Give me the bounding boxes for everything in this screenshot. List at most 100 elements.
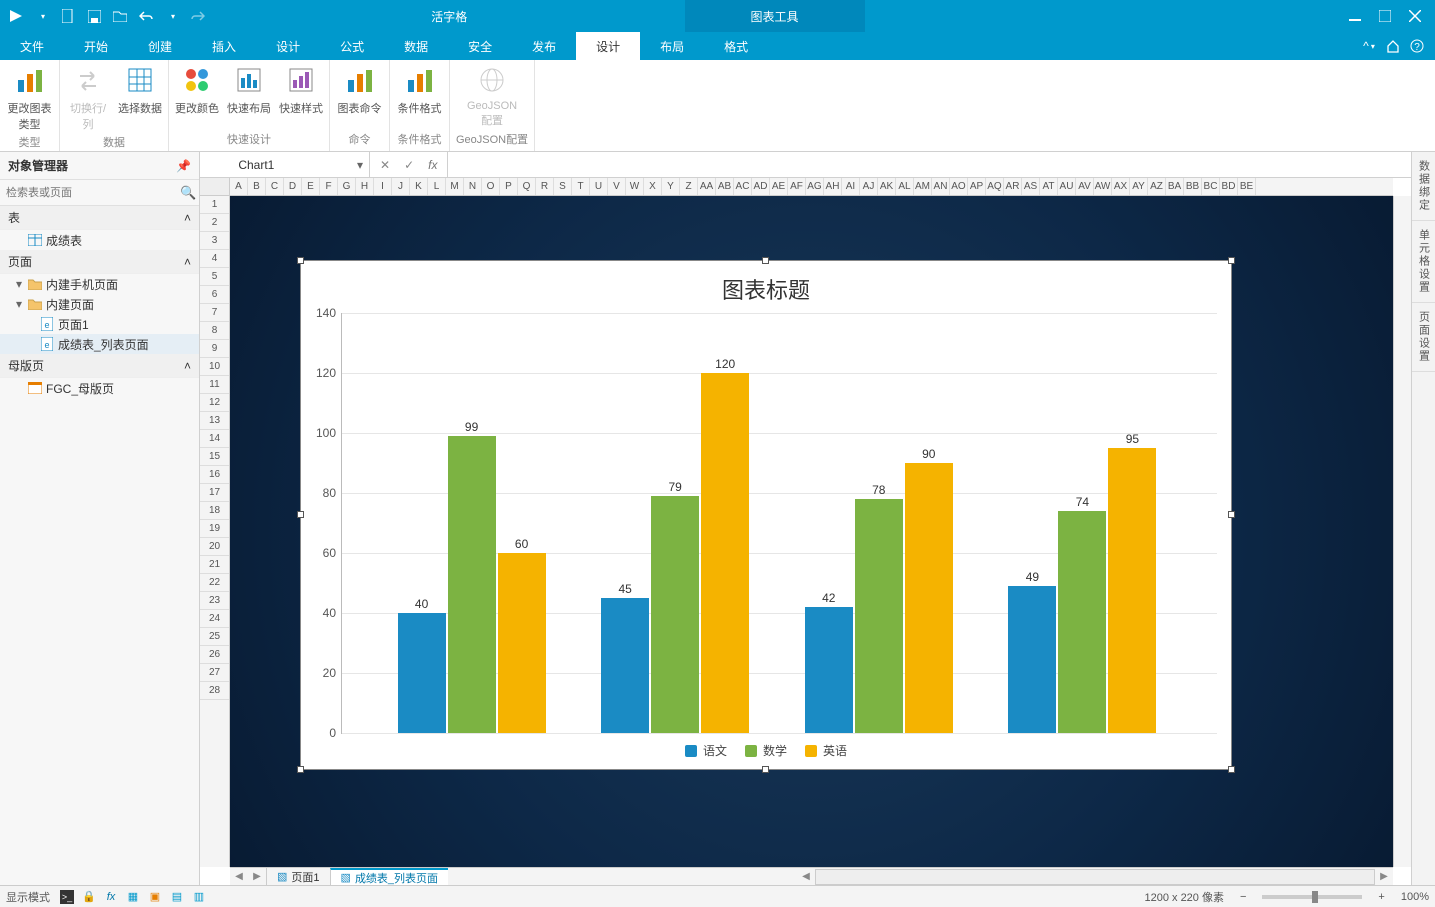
tree-node[interactable]: ▾内建手机页面	[0, 274, 199, 294]
chevron-down-icon[interactable]: ▾	[351, 158, 369, 172]
chart-legend-item[interactable]: 语文	[685, 742, 727, 759]
row-header[interactable]: 3	[200, 232, 229, 250]
hscroll-left-icon[interactable]: ◀	[797, 871, 815, 882]
column-header[interactable]: AO	[950, 178, 968, 195]
column-header[interactable]: AA	[698, 178, 716, 195]
fx-small-icon[interactable]: fx	[104, 890, 118, 904]
row-header[interactable]: 10	[200, 358, 229, 376]
column-header[interactable]: AL	[896, 178, 914, 195]
sheet-tab[interactable]: ▧成绩表_列表页面	[330, 868, 449, 885]
column-header[interactable]: AT	[1040, 178, 1058, 195]
tree-twisty-icon[interactable]: ▾	[14, 277, 24, 291]
column-header[interactable]: AP	[968, 178, 986, 195]
column-header[interactable]: BD	[1220, 178, 1238, 195]
resize-handle-e[interactable]	[1228, 511, 1235, 518]
tables-section-header[interactable]: 表 ˄	[0, 206, 199, 230]
chart-bar[interactable]: 49	[1008, 586, 1056, 733]
column-header[interactable]: AG	[806, 178, 824, 195]
row-header[interactable]: 25	[200, 628, 229, 646]
column-header[interactable]: R	[536, 178, 554, 195]
column-header[interactable]: H	[356, 178, 374, 195]
save-icon[interactable]	[86, 8, 102, 24]
column-header[interactable]: AX	[1112, 178, 1130, 195]
terminal-icon[interactable]: >_	[60, 890, 74, 904]
column-header[interactable]: AJ	[860, 178, 878, 195]
chart-bar[interactable]: 79	[651, 496, 699, 733]
row-header[interactable]: 4	[200, 250, 229, 268]
column-header[interactable]: X	[644, 178, 662, 195]
column-header[interactable]: AB	[716, 178, 734, 195]
chart-bar[interactable]: 40	[398, 613, 446, 733]
ribbon-tab[interactable]: 文件	[0, 32, 64, 60]
tree-node[interactable]: 成绩表	[0, 230, 199, 250]
column-header[interactable]: Z	[680, 178, 698, 195]
horizontal-scrollbar[interactable]	[815, 869, 1375, 885]
column-header[interactable]: A	[230, 178, 248, 195]
name-box[interactable]: Chart1 ▾	[200, 152, 370, 177]
row-header[interactable]: 15	[200, 448, 229, 466]
right-side-tab[interactable]: 页面设置	[1412, 303, 1435, 372]
column-header[interactable]: AK	[878, 178, 896, 195]
chart-bar[interactable]: 90	[905, 463, 953, 733]
row-header[interactable]: 22	[200, 574, 229, 592]
row-header[interactable]: 20	[200, 538, 229, 556]
tree-node[interactable]: ▾内建页面	[0, 294, 199, 314]
zoom-in-icon[interactable]: +	[1372, 891, 1390, 903]
lock-icon[interactable]: 🔒	[82, 890, 96, 904]
row-header[interactable]: 5	[200, 268, 229, 286]
formula-input[interactable]	[454, 158, 1405, 172]
column-header[interactable]: BB	[1184, 178, 1202, 195]
row-header[interactable]: 28	[200, 682, 229, 700]
image-icon[interactable]: ▣	[148, 890, 162, 904]
undo-dropdown-icon[interactable]	[164, 8, 180, 24]
column-header[interactable]: Y	[662, 178, 680, 195]
row-header[interactable]: 21	[200, 556, 229, 574]
right-side-tab[interactable]: 单元格设置	[1412, 221, 1435, 303]
close-icon[interactable]	[1409, 10, 1421, 22]
ribbon-tab[interactable]: 安全	[448, 32, 512, 60]
row-header[interactable]: 2	[200, 214, 229, 232]
tree-twisty-icon[interactable]: ▾	[14, 297, 24, 311]
column-header[interactable]: AM	[914, 178, 932, 195]
resize-handle-se[interactable]	[1228, 766, 1235, 773]
column-header[interactable]: BC	[1202, 178, 1220, 195]
hscroll-right-icon[interactable]: ▶	[1375, 871, 1393, 882]
accept-icon[interactable]: ✓	[404, 158, 414, 172]
chart-legend-item[interactable]: 数学	[745, 742, 787, 759]
row-header[interactable]: 17	[200, 484, 229, 502]
select-all-corner[interactable]	[200, 178, 230, 195]
column-header[interactable]: AI	[842, 178, 860, 195]
fx-icon[interactable]: fx	[428, 158, 437, 172]
resize-handle-w[interactable]	[297, 511, 304, 518]
ribbon-tab[interactable]: 数据	[384, 32, 448, 60]
help-icon[interactable]: ?	[1409, 38, 1425, 54]
column-header[interactable]: S	[554, 178, 572, 195]
resize-handle-sw[interactable]	[297, 766, 304, 773]
row-header[interactable]: 19	[200, 520, 229, 538]
ribbon-button[interactable]: 更改颜色	[175, 64, 219, 116]
scroll-left-icon[interactable]: ◀	[230, 871, 248, 882]
pin-icon[interactable]: 📌	[176, 159, 191, 173]
column-header[interactable]: W	[626, 178, 644, 195]
chart-bar[interactable]: 45	[601, 598, 649, 733]
collapse-ribbon-icon[interactable]: ^	[1361, 38, 1377, 54]
column-header[interactable]: D	[284, 178, 302, 195]
column-header[interactable]: AY	[1130, 178, 1148, 195]
row-header[interactable]: 9	[200, 340, 229, 358]
ribbon-tab[interactable]: 公式	[320, 32, 384, 60]
master-section-header[interactable]: 母版页 ˄	[0, 354, 199, 378]
row-header[interactable]: 12	[200, 394, 229, 412]
column-header[interactable]: E	[302, 178, 320, 195]
chart-bar[interactable]: 120	[701, 373, 749, 733]
tree-node[interactable]: e页面1	[0, 314, 199, 334]
column-header[interactable]: T	[572, 178, 590, 195]
column-header[interactable]: AD	[752, 178, 770, 195]
chart-bar[interactable]: 60	[498, 553, 546, 733]
tree-node[interactable]: e成绩表_列表页面	[0, 334, 199, 354]
ribbon-tab[interactable]: 发布	[512, 32, 576, 60]
resize-handle-nw[interactable]	[297, 257, 304, 264]
cancel-icon[interactable]: ✕	[380, 158, 390, 172]
row-header[interactable]: 13	[200, 412, 229, 430]
column-header[interactable]: J	[392, 178, 410, 195]
ribbon-tab[interactable]: 创建	[128, 32, 192, 60]
